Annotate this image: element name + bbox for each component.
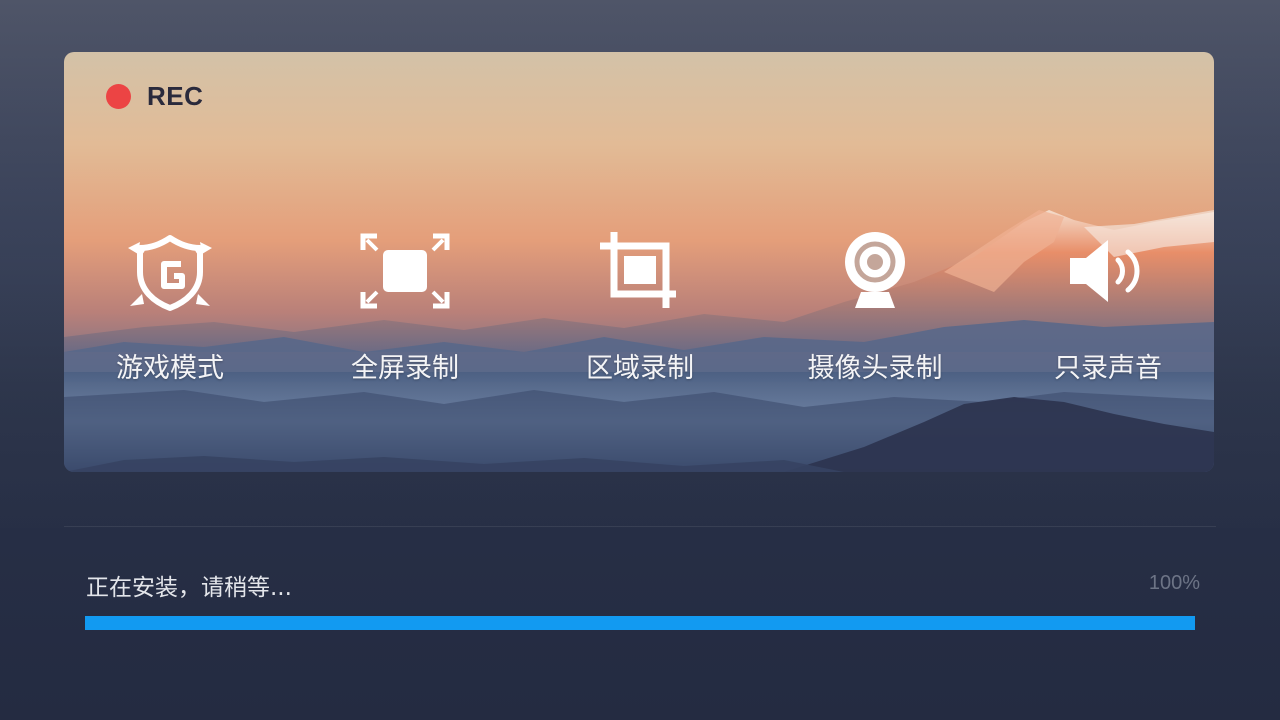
- mode-audio[interactable]: 只录声音: [1008, 228, 1208, 385]
- mode-webcam-label: 摄像头录制: [807, 353, 943, 384]
- mode-fullscreen[interactable]: 全屏录制: [305, 228, 505, 385]
- mode-game-label: 游戏模式: [116, 353, 224, 384]
- install-status-text: 正在安装，请稍等...: [86, 575, 292, 601]
- mode-region[interactable]: 区域录制: [540, 228, 740, 385]
- banner-card: REC 游戏模式 全屏录制 区域录制 摄像头录制 只录声音: [64, 52, 1214, 472]
- mode-fullscreen-label: 全屏录制: [351, 353, 459, 384]
- mode-webcam[interactable]: 摄像头录制: [775, 228, 975, 385]
- record-dot-icon: [106, 83, 131, 109]
- install-progress-fill: [85, 616, 1195, 630]
- mode-region-label: 区域录制: [586, 353, 694, 384]
- mode-game[interactable]: 游戏模式: [70, 228, 270, 385]
- divider: [64, 526, 1216, 527]
- rec-label: REC: [147, 80, 204, 111]
- rec-indicator: REC: [106, 80, 204, 111]
- install-progress-bar: [85, 616, 1195, 630]
- install-percent: 100%: [1148, 572, 1200, 594]
- mode-audio-label: 只录声音: [1054, 353, 1162, 384]
- game-shield-icon: [120, 228, 220, 314]
- fullscreen-icon: [355, 228, 455, 314]
- webcam-icon: [825, 228, 925, 314]
- crop-icon: [590, 228, 690, 314]
- speaker-icon: [1058, 228, 1158, 314]
